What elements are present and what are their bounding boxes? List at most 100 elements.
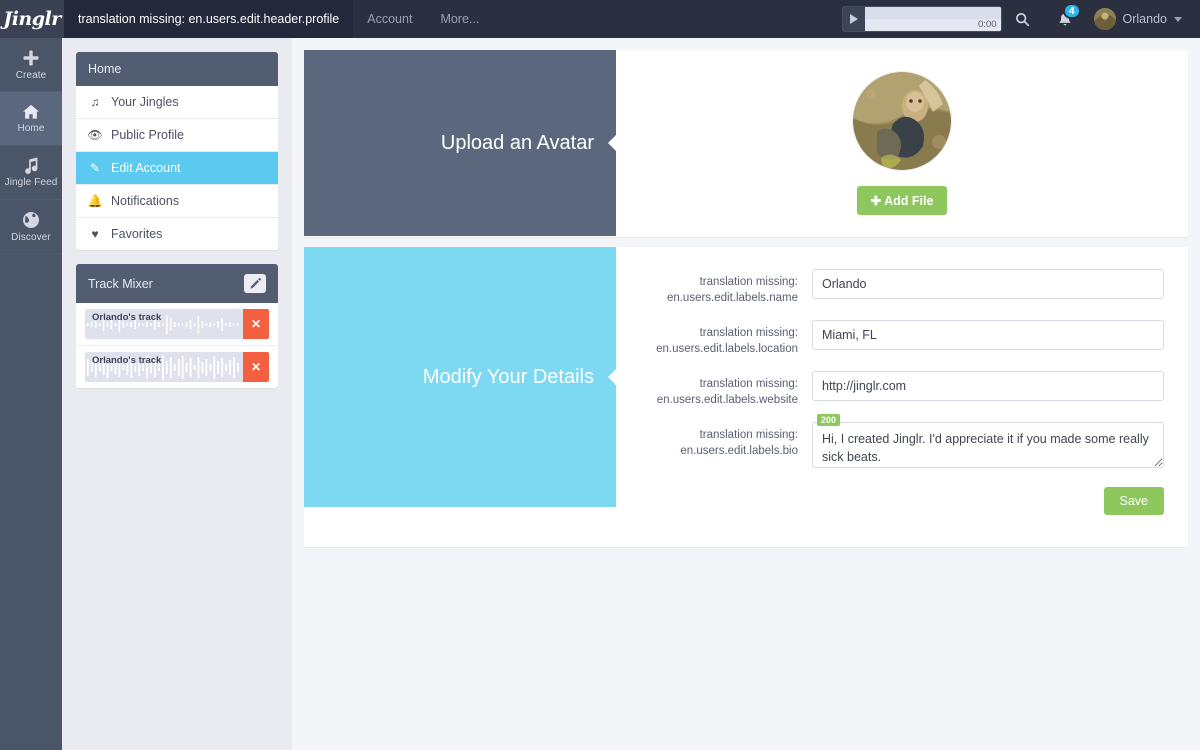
avatar-upload-body: ✚ Add File — [616, 50, 1188, 237]
icon-rail: Create Home Jingle Feed Discover — [0, 38, 62, 750]
location-label-line2: en.users.edit.labels.location — [656, 342, 798, 355]
bio-textarea[interactable] — [812, 422, 1164, 469]
name-input[interactable] — [812, 269, 1164, 299]
rail-item-discover[interactable]: Discover — [0, 200, 62, 254]
form-row-bio: translation missing: en.users.edit.label… — [626, 414, 1164, 473]
rail-item-create[interactable]: Create — [0, 38, 62, 92]
avatar — [1093, 8, 1116, 30]
eye-icon: 👁 — [87, 128, 103, 142]
top-nav: Account More... — [353, 0, 493, 38]
bell-icon: 🔔 — [87, 194, 103, 208]
rail-label-create: Create — [15, 69, 47, 81]
name-control — [812, 269, 1164, 299]
search-icon[interactable] — [1002, 0, 1044, 38]
main-content: Upload an Avatar ✚ Add File Modify Your … — [292, 38, 1200, 750]
chevron-down-icon — [1174, 16, 1182, 22]
location-control — [812, 320, 1164, 351]
user-menu[interactable]: Orlando — [1086, 0, 1188, 38]
track-mixer-title: Track Mixer — [88, 276, 153, 291]
track-row[interactable]: Orlando's track ✕ — [76, 303, 278, 346]
remove-track-button[interactable]: ✕ — [243, 309, 269, 339]
notifications-icon[interactable]: 4 — [1044, 0, 1086, 38]
name-label: translation missing: en.users.edit.label… — [626, 269, 812, 306]
save-button[interactable]: Save — [1103, 487, 1164, 516]
location-input[interactable] — [812, 320, 1164, 351]
form-row-name: translation missing: en.users.edit.label… — [626, 269, 1164, 306]
rail-label-discover: Discover — [11, 231, 51, 243]
profile-avatar-image — [853, 72, 951, 170]
sidebar-item-label: Public Profile — [111, 128, 184, 142]
sidebar-item-label: Favorites — [111, 227, 163, 241]
notification-count-badge: 4 — [1062, 3, 1081, 19]
track-name: Orlando's track — [92, 355, 162, 366]
sidebar-item-favorites[interactable]: ♥ Favorites — [76, 218, 278, 250]
music-note-icon: ♫ — [90, 95, 100, 109]
track-mixer-card: Track Mixer Orlando's track ✕ Orlando's … — [76, 264, 278, 388]
user-name: Orlando — [1122, 12, 1167, 26]
website-label: translation missing: en.users.edit.label… — [626, 371, 812, 408]
bio-label-line1: translation missing: — [699, 429, 798, 442]
modify-details-panel: Modify Your Details — [304, 247, 617, 507]
app-root: Jinglr translation missing: en.users.edi… — [0, 0, 1200, 750]
top-bar-right: 0:00 4 Orlando — [841, 0, 1200, 38]
play-button[interactable] — [842, 7, 865, 31]
sidebar-home-header: Home — [76, 52, 278, 86]
upload-avatar-title: Upload an Avatar — [440, 131, 594, 154]
bio-label: translation missing: en.users.edit.label… — [626, 422, 812, 459]
remove-track-button[interactable]: ✕ — [243, 352, 269, 382]
sidebar-item-label: Notifications — [111, 194, 180, 208]
track-name: Orlando's track — [92, 312, 162, 323]
track-mixer-header: Track Mixer — [76, 264, 278, 303]
mini-player[interactable]: 0:00 — [841, 6, 1002, 32]
panel-notch-icon — [608, 368, 617, 386]
bio-control: 200 — [812, 414, 1164, 473]
pencil-icon[interactable] — [244, 274, 266, 293]
upload-avatar-card: Upload an Avatar ✚ Add File — [304, 50, 1188, 237]
modify-details-title: Modify Your Details — [422, 365, 594, 388]
player-progress-bar[interactable]: 0:00 — [864, 7, 1001, 31]
sidebar-item-label: Your Jingles — [111, 95, 179, 109]
location-label: translation missing: en.users.edit.label… — [626, 320, 812, 357]
location-label-line1: translation missing: — [699, 327, 798, 340]
music-note-icon — [23, 157, 39, 174]
website-input[interactable] — [812, 371, 1164, 402]
house-icon — [22, 104, 40, 120]
plus-icon — [22, 49, 40, 67]
name-label-line2: en.users.edit.labels.name — [666, 291, 798, 304]
track-waveform[interactable]: Orlando's track — [85, 352, 243, 382]
top-bar: Jinglr translation missing: en.users.edi… — [0, 0, 1200, 38]
details-form: translation missing: en.users.edit.label… — [616, 247, 1188, 547]
bio-character-counter: 200 — [817, 414, 841, 427]
track-waveform[interactable]: Orlando's track — [85, 309, 243, 339]
modify-details-card: Modify Your Details translation missing:… — [304, 247, 1188, 548]
sidebar: Home ♫ Your Jingles 👁 Public Profile ✎ E… — [62, 38, 292, 750]
add-file-label: Add File — [884, 194, 934, 208]
sidebar-item-notifications[interactable]: 🔔 Notifications — [76, 185, 278, 218]
website-label-line1: translation missing: — [699, 378, 798, 391]
plus-icon: ✚ — [870, 194, 882, 208]
brand-logo[interactable]: Jinglr — [0, 0, 64, 38]
form-row-save: Save — [626, 487, 1164, 516]
breadcrumb: translation missing: en.users.edit.heade… — [64, 0, 354, 38]
form-row-location: translation missing: en.users.edit.label… — [626, 320, 1164, 357]
sidebar-item-your-jingles[interactable]: ♫ Your Jingles — [76, 86, 278, 119]
bio-label-line2: en.users.edit.labels.bio — [680, 444, 798, 457]
track-row[interactable]: Orlando's track ✕ — [76, 346, 278, 388]
heart-icon: ♥ — [91, 227, 99, 241]
form-row-website: translation missing: en.users.edit.label… — [626, 371, 1164, 408]
rail-item-home[interactable]: Home — [0, 92, 62, 146]
panel-notch-icon — [608, 134, 617, 152]
topnav-account[interactable]: Account — [353, 0, 426, 38]
pencil-icon: ✎ — [89, 161, 101, 175]
name-label-line1: translation missing: — [699, 276, 798, 288]
sidebar-item-edit-account[interactable]: ✎ Edit Account — [76, 152, 278, 185]
upload-avatar-panel: Upload an Avatar — [304, 50, 617, 236]
sidebar-item-public-profile[interactable]: 👁 Public Profile — [76, 119, 278, 152]
sidebar-item-label: Edit Account — [111, 161, 181, 175]
rail-item-jingle-feed[interactable]: Jingle Feed — [0, 146, 62, 200]
add-file-button[interactable]: ✚ Add File — [856, 186, 948, 215]
player-time: 0:00 — [978, 19, 997, 30]
sidebar-nav-card: Home ♫ Your Jingles 👁 Public Profile ✎ E… — [76, 52, 278, 250]
globe-icon — [22, 211, 40, 229]
topnav-more[interactable]: More... — [426, 0, 493, 38]
